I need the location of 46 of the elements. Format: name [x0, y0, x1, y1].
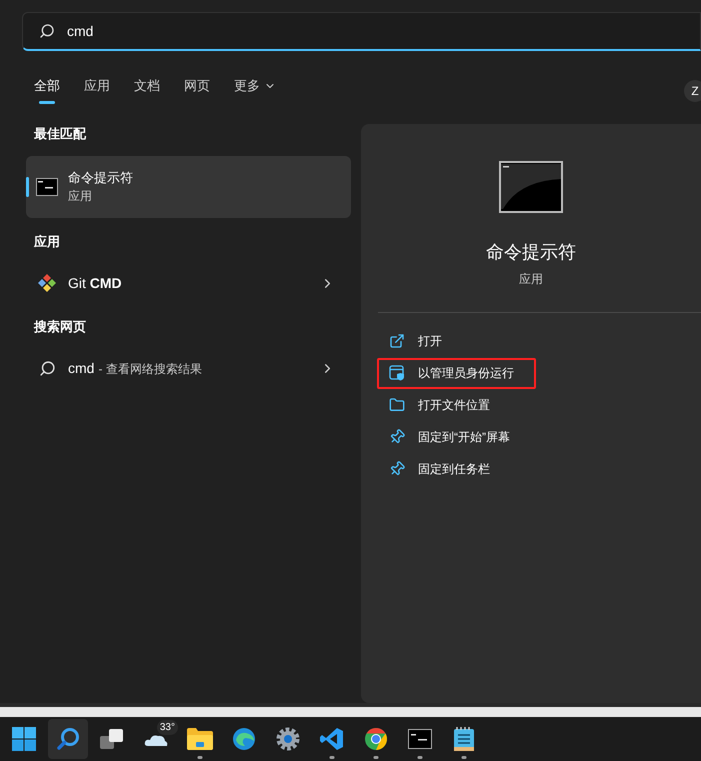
action-item[interactable]: 打开文件位置: [377, 390, 512, 420]
result-title: Git CMD: [68, 274, 123, 292]
result-title: 命令提示符: [68, 168, 133, 187]
account-avatar[interactable]: Z: [684, 80, 701, 102]
action-item[interactable]: 打开: [377, 326, 464, 356]
search-input[interactable]: cmd: [67, 20, 567, 42]
task-view-icon[interactable]: [100, 728, 124, 750]
search-field[interactable]: cmd: [22, 12, 701, 51]
app-subtitle: 应用: [519, 271, 543, 288]
windows-icon[interactable]: [12, 727, 36, 751]
external-link-icon: [389, 333, 405, 349]
search-icon[interactable]: [56, 727, 80, 751]
section-heading: 应用: [32, 232, 61, 250]
folder-icon: [389, 397, 405, 413]
action-item[interactable]: 固定到“开始”屏幕: [377, 422, 532, 452]
section-heading: 最佳匹配: [33, 125, 88, 143]
result-subtitle: - 查看网络搜索结果: [98, 361, 202, 378]
wave-logo-icon[interactable]: [232, 727, 256, 751]
action-item[interactable]: 以管理员身份运行: [377, 358, 536, 388]
filter-tab[interactable]: 网页: [184, 77, 210, 104]
taskbar-button[interactable]: 33°: [136, 719, 176, 759]
app-title: 命令提示符: [486, 241, 576, 264]
git-icon: [37, 273, 57, 293]
result-item[interactable]: cmd - 查看网络搜索结果: [26, 348, 351, 388]
temperature-badge: 33°: [156, 720, 178, 735]
action-item[interactable]: 固定到任务栏: [377, 454, 512, 484]
gear-icon[interactable]: [276, 727, 300, 751]
code-editor-icon[interactable]: [320, 727, 344, 751]
section-heading: 搜索网页: [32, 318, 87, 336]
terminal-icon: [36, 178, 58, 196]
search-icon: [38, 360, 56, 377]
notepad-icon[interactable]: [454, 727, 474, 751]
terminal-icon: [499, 161, 563, 213]
filter-tab[interactable]: 文档: [134, 77, 160, 104]
browser-icon[interactable]: [364, 727, 388, 751]
shield-window-icon: [389, 365, 405, 381]
result-item[interactable]: 命令提示符 应用: [26, 156, 351, 218]
search-icon: [39, 23, 55, 39]
filter-tab[interactable]: 全部: [34, 77, 60, 104]
result-title: cmd: [68, 359, 94, 378]
filter-tab[interactable]: 应用: [84, 77, 110, 104]
folder-icon[interactable]: [187, 728, 213, 750]
result-subtitle: 应用: [68, 188, 93, 206]
filter-tab[interactable]: 更多: [234, 77, 276, 104]
result-item[interactable]: Git CMD: [26, 263, 351, 303]
terminal-icon[interactable]: [408, 729, 432, 749]
